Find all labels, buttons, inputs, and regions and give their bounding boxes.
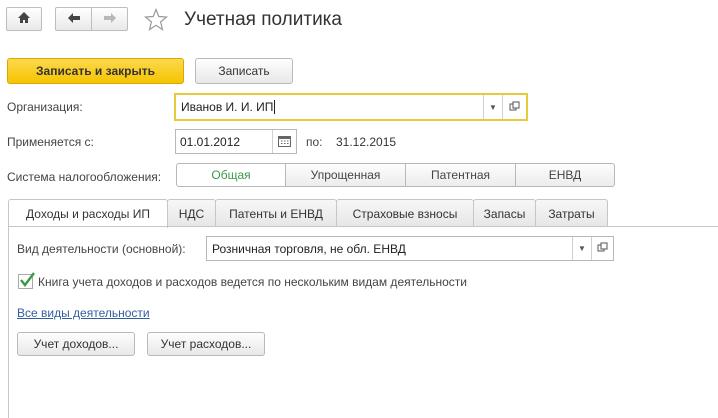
text-cursor — [274, 100, 276, 114]
calendar-button[interactable] — [272, 130, 296, 153]
favorite-star-button[interactable] — [143, 7, 169, 34]
tab-inventory[interactable]: Запасы — [473, 199, 536, 227]
arrow-right-icon — [103, 12, 117, 27]
multiple-activities-checkbox[interactable] — [18, 271, 36, 291]
date-to-value: 31.12.2015 — [336, 135, 397, 149]
activity-value: Розничная торговля, не обл. ЕНВД — [212, 241, 406, 256]
home-button[interactable] — [6, 7, 42, 31]
forward-button[interactable] — [91, 7, 128, 31]
activity-dropdown-button[interactable]: ▼ — [572, 237, 591, 260]
tab-costs[interactable]: Затраты — [535, 199, 608, 227]
tab-bar: Доходы и расходы ИП НДС Патенты и ЕНВД С… — [8, 199, 608, 228]
chevron-down-icon: ▼ — [578, 244, 586, 253]
tab-income-expenses[interactable]: Доходы и расходы ИП — [8, 199, 168, 228]
tax-option-envd[interactable]: ЕНВД — [515, 163, 615, 187]
open-window-icon — [509, 101, 520, 114]
chevron-down-icon: ▼ — [489, 102, 497, 112]
save-button[interactable]: Записать — [195, 58, 293, 84]
tax-option-general[interactable]: Общая — [176, 163, 286, 187]
open-window-icon — [597, 242, 608, 255]
org-label: Организация: — [7, 100, 83, 114]
to-label: по: — [306, 135, 323, 149]
arrow-left-icon — [67, 12, 81, 27]
save-and-close-button[interactable]: Записать и закрыть — [7, 58, 184, 84]
calendar-icon — [278, 135, 291, 149]
all-activities-link[interactable]: Все виды деятельности — [17, 306, 150, 320]
date-from-value: 01.01.2012 — [180, 134, 241, 149]
income-accounting-button[interactable]: Учет доходов... — [17, 332, 135, 356]
expense-accounting-button[interactable]: Учет расходов... — [147, 332, 265, 356]
org-open-button[interactable] — [502, 95, 526, 119]
date-from-field[interactable]: 01.01.2012 — [175, 129, 297, 154]
multiple-activities-label[interactable]: Книга учета доходов и расходов ведется п… — [38, 275, 467, 289]
tax-system-selector[interactable]: Общая Упрощенная Патентная ЕНВД — [176, 163, 615, 187]
tax-system-label: Система налогообложения: — [7, 170, 162, 184]
checkmark-icon — [19, 271, 36, 291]
back-button[interactable] — [55, 7, 92, 31]
org-field[interactable]: Иванов И. И. ИП ▼ — [174, 93, 528, 121]
star-icon — [143, 7, 169, 34]
applies-label: Применяется с: — [7, 135, 94, 149]
page-title: Учетная политика — [184, 9, 342, 30]
activity-field[interactable]: Розничная торговля, не обл. ЕНВД ▼ — [206, 236, 614, 261]
tab-patents-envd[interactable]: Патенты и ЕНВД — [215, 199, 337, 227]
tax-option-simplified[interactable]: Упрощенная — [285, 163, 406, 187]
tax-option-patent[interactable]: Патентная — [405, 163, 516, 187]
tab-insurance[interactable]: Страховые взносы — [336, 199, 474, 227]
org-dropdown-button[interactable]: ▼ — [483, 95, 502, 119]
home-icon — [17, 11, 31, 27]
activity-label: Вид деятельности (основной): — [17, 242, 186, 256]
tab-vat[interactable]: НДС — [167, 199, 216, 227]
org-value: Иванов И. И. ИП — [181, 100, 274, 114]
activity-open-button[interactable] — [591, 237, 613, 260]
